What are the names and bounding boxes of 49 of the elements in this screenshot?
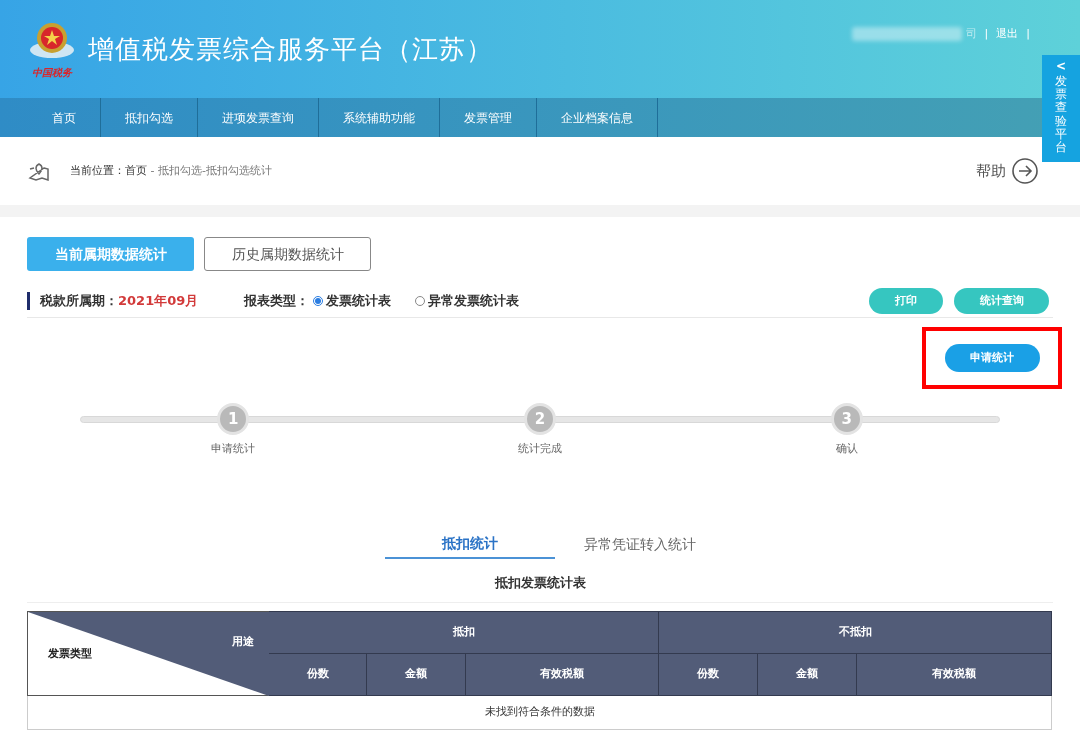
period-label: 税款所属期： xyxy=(40,292,118,311)
action-button[interactable]: 统计查询 xyxy=(954,288,1049,314)
column-header: 金额 xyxy=(757,653,857,696)
nav-tab[interactable]: 抵扣勾选 xyxy=(101,98,198,137)
help-label[interactable]: 帮助 xyxy=(976,159,1006,183)
nav-tab[interactable]: 发票管理 xyxy=(440,98,537,137)
separator: | xyxy=(984,26,989,42)
nav-tab[interactable]: 企业档案信息 xyxy=(537,98,658,137)
side-tab-arrow: < xyxy=(1055,59,1067,73)
nav-tab[interactable]: 系统辅助功能 xyxy=(319,98,440,137)
nav-tab[interactable]: 进项发票查询 xyxy=(198,98,319,137)
map-pin-icon xyxy=(28,161,50,181)
logout-link[interactable]: 退出 xyxy=(996,26,1019,43)
column-header: 有效税额 xyxy=(465,653,659,696)
step-number: 1 xyxy=(217,403,250,435)
group-header: 不抵扣 xyxy=(658,611,1052,654)
corner-bottom-label: 发票类型 xyxy=(48,646,92,662)
step-label: 确认 xyxy=(835,441,858,457)
apply-button[interactable]: 申请统计 xyxy=(944,344,1040,372)
username-suffix: 司 xyxy=(965,26,977,42)
group-header: 抵扣 xyxy=(268,611,659,654)
step-number: 2 xyxy=(524,403,556,435)
sub-tab[interactable]: 异常凭证转入统计 xyxy=(555,529,725,559)
column-header: 金额 xyxy=(366,653,466,696)
period-tab[interactable]: 历史属期数据统计 xyxy=(204,237,371,271)
step-label: 申请统计 xyxy=(211,441,256,457)
period-value: 2021年09月 xyxy=(118,292,199,311)
report-type-radio[interactable]: 发票统计表 xyxy=(313,291,392,311)
breadcrumb: 当前位置：首页 - 抵扣勾选-抵扣勾选统计 xyxy=(70,162,272,179)
nav-tab[interactable]: 首页 xyxy=(28,98,101,137)
side-tab-label: 发票查验平台 xyxy=(1055,75,1067,155)
empty-message: 未找到符合条件的数据 xyxy=(27,695,1052,730)
arrow-right-icon[interactable] xyxy=(1012,158,1038,184)
logo-text: 中国税务 xyxy=(32,68,72,78)
column-header: 份数 xyxy=(268,653,367,696)
app-title: 增值税发票综合服务平台（江苏） xyxy=(88,32,493,66)
step-label: 统计完成 xyxy=(518,441,562,457)
report-type-radio[interactable]: 异常发票统计表 xyxy=(415,291,520,311)
side-tab[interactable]: < 发票查验平台 xyxy=(1042,55,1080,162)
corner-top-label: 用途 xyxy=(232,634,254,650)
action-button[interactable]: 打印 xyxy=(869,288,943,314)
report-type-label: 报表类型： xyxy=(244,292,310,311)
column-header: 有效税额 xyxy=(856,653,1052,696)
column-header: 份数 xyxy=(658,653,758,696)
separator: | xyxy=(1026,26,1030,42)
sub-tab[interactable]: 抵扣统计 xyxy=(385,529,555,559)
period-tab[interactable]: 当前属期数据统计 xyxy=(27,237,194,271)
table-title: 抵扣发票统计表 xyxy=(27,573,1053,603)
step-number: 3 xyxy=(830,403,863,435)
